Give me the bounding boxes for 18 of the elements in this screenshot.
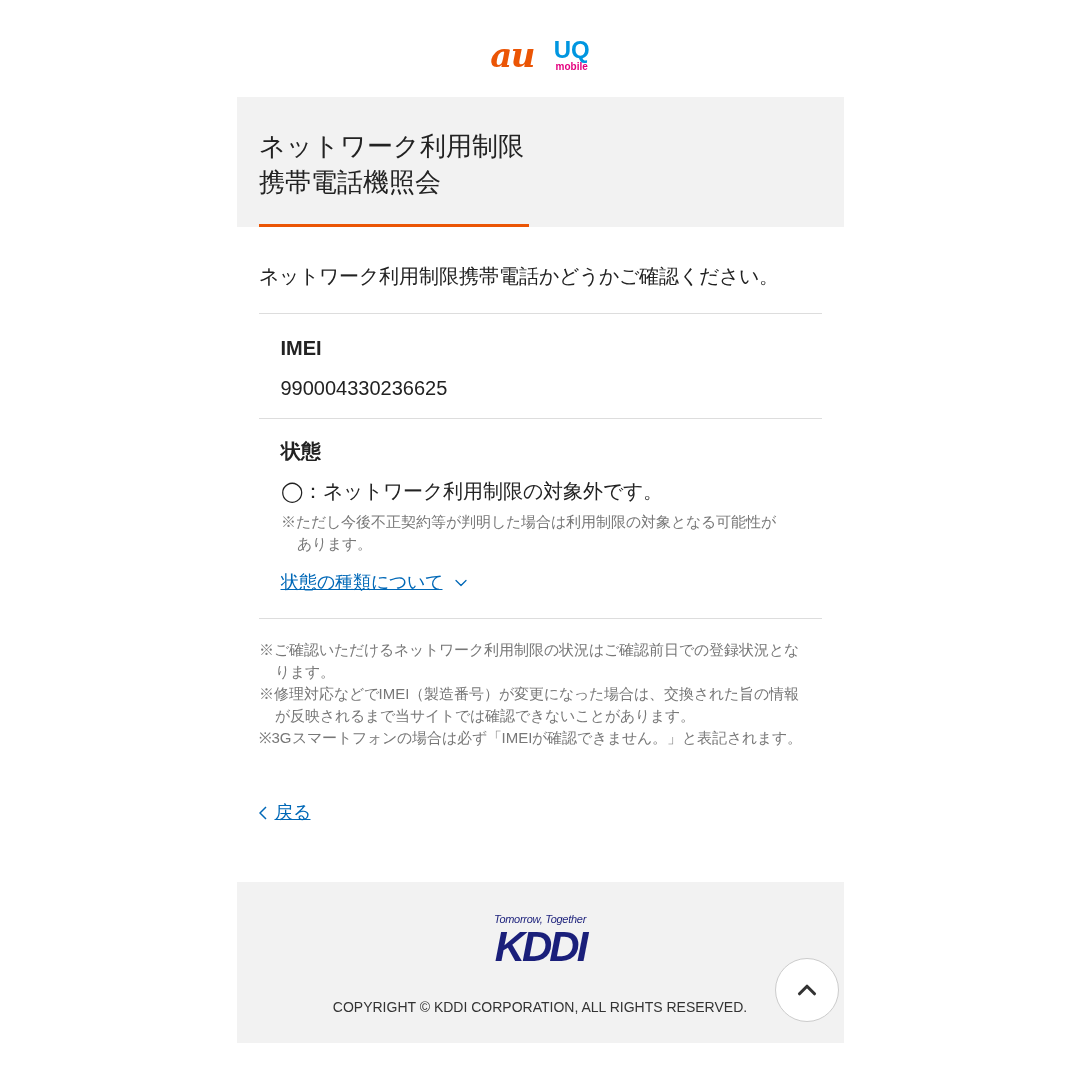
back-link[interactable]: 戻る bbox=[258, 799, 311, 826]
status-text: ：ネットワーク利用制限の対象外です。 bbox=[302, 479, 663, 502]
imei-value: 990004330236625 bbox=[280, 376, 448, 401]
chevron-left-icon bbox=[258, 805, 267, 820]
status-types-link[interactable]: 状態の種類について bbox=[280, 569, 471, 596]
uq-mobile-logo: UQ mobile bbox=[553, 37, 590, 72]
kddi-logo: Tomorrow, Together KDDI bbox=[493, 914, 587, 969]
note-text: ※3Gスマートフォンの場合は必ず「IMEIが確認できません。」と表記されます。 bbox=[258, 728, 804, 748]
intro-text: ネットワーク利用制限携帯電話かどうかご確認ください。 bbox=[258, 264, 780, 289]
imei-label: IMEI bbox=[280, 336, 322, 361]
note-text: ※ご確認いただけるネットワーク利用制限の状況はご確認前日での登録状況となります。 bbox=[258, 640, 800, 682]
au-logo: au bbox=[490, 37, 534, 72]
status-label: 状態 bbox=[280, 439, 321, 464]
circle-mark: ◯ bbox=[280, 479, 303, 505]
copyright-text: COPYRIGHT © KDDI CORPORATION, ALL RIGHTS RESERVED. bbox=[332, 998, 748, 1017]
note-text: ※修理対応などでIMEI（製造番号）が変更になった場合は、交換された旨の情報が反映されるまで当サイトでは確認できないことがあります。 bbox=[258, 684, 801, 726]
caution-text: ※ただし今後不正契約等が判明した場合は利用制限の対象となる可能性があります。 bbox=[280, 512, 777, 554]
page-title: ネットワーク利用制限 携帯電話機照会 bbox=[258, 130, 524, 199]
